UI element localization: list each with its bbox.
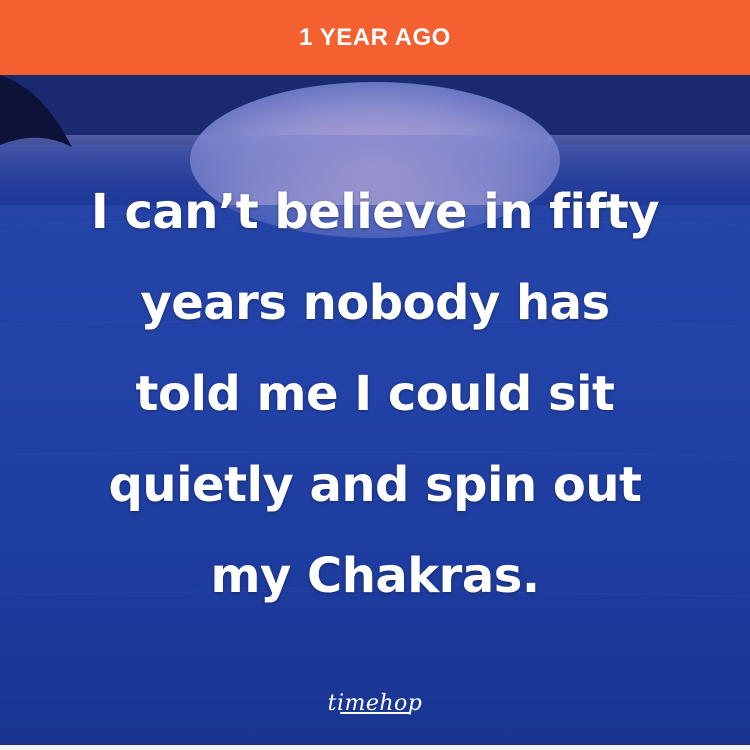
- quote-line: quietly and spin out: [108, 457, 642, 513]
- timehop-logo-text: timehop: [327, 691, 423, 716]
- timehop-watermark: timehop: [0, 691, 750, 716]
- quote-text: I can’t believe in fifty years nobody ha…: [0, 167, 750, 622]
- header-bar: 1 YEAR AGO: [0, 0, 750, 75]
- quote-line: I can’t believe in fifty: [90, 184, 660, 240]
- quote-line: years nobody has: [140, 275, 610, 331]
- timehop-memory-card: 1 YEAR AGO I can’t believe in fifty year…: [0, 0, 750, 750]
- memory-age-label: 1 YEAR AGO: [299, 23, 451, 51]
- quote-line: told me I could sit: [135, 366, 615, 422]
- bottom-divider: [0, 745, 750, 750]
- quote-line: my Chakras.: [210, 548, 540, 604]
- memory-photo[interactable]: I can’t believe in fifty years nobody ha…: [0, 75, 750, 750]
